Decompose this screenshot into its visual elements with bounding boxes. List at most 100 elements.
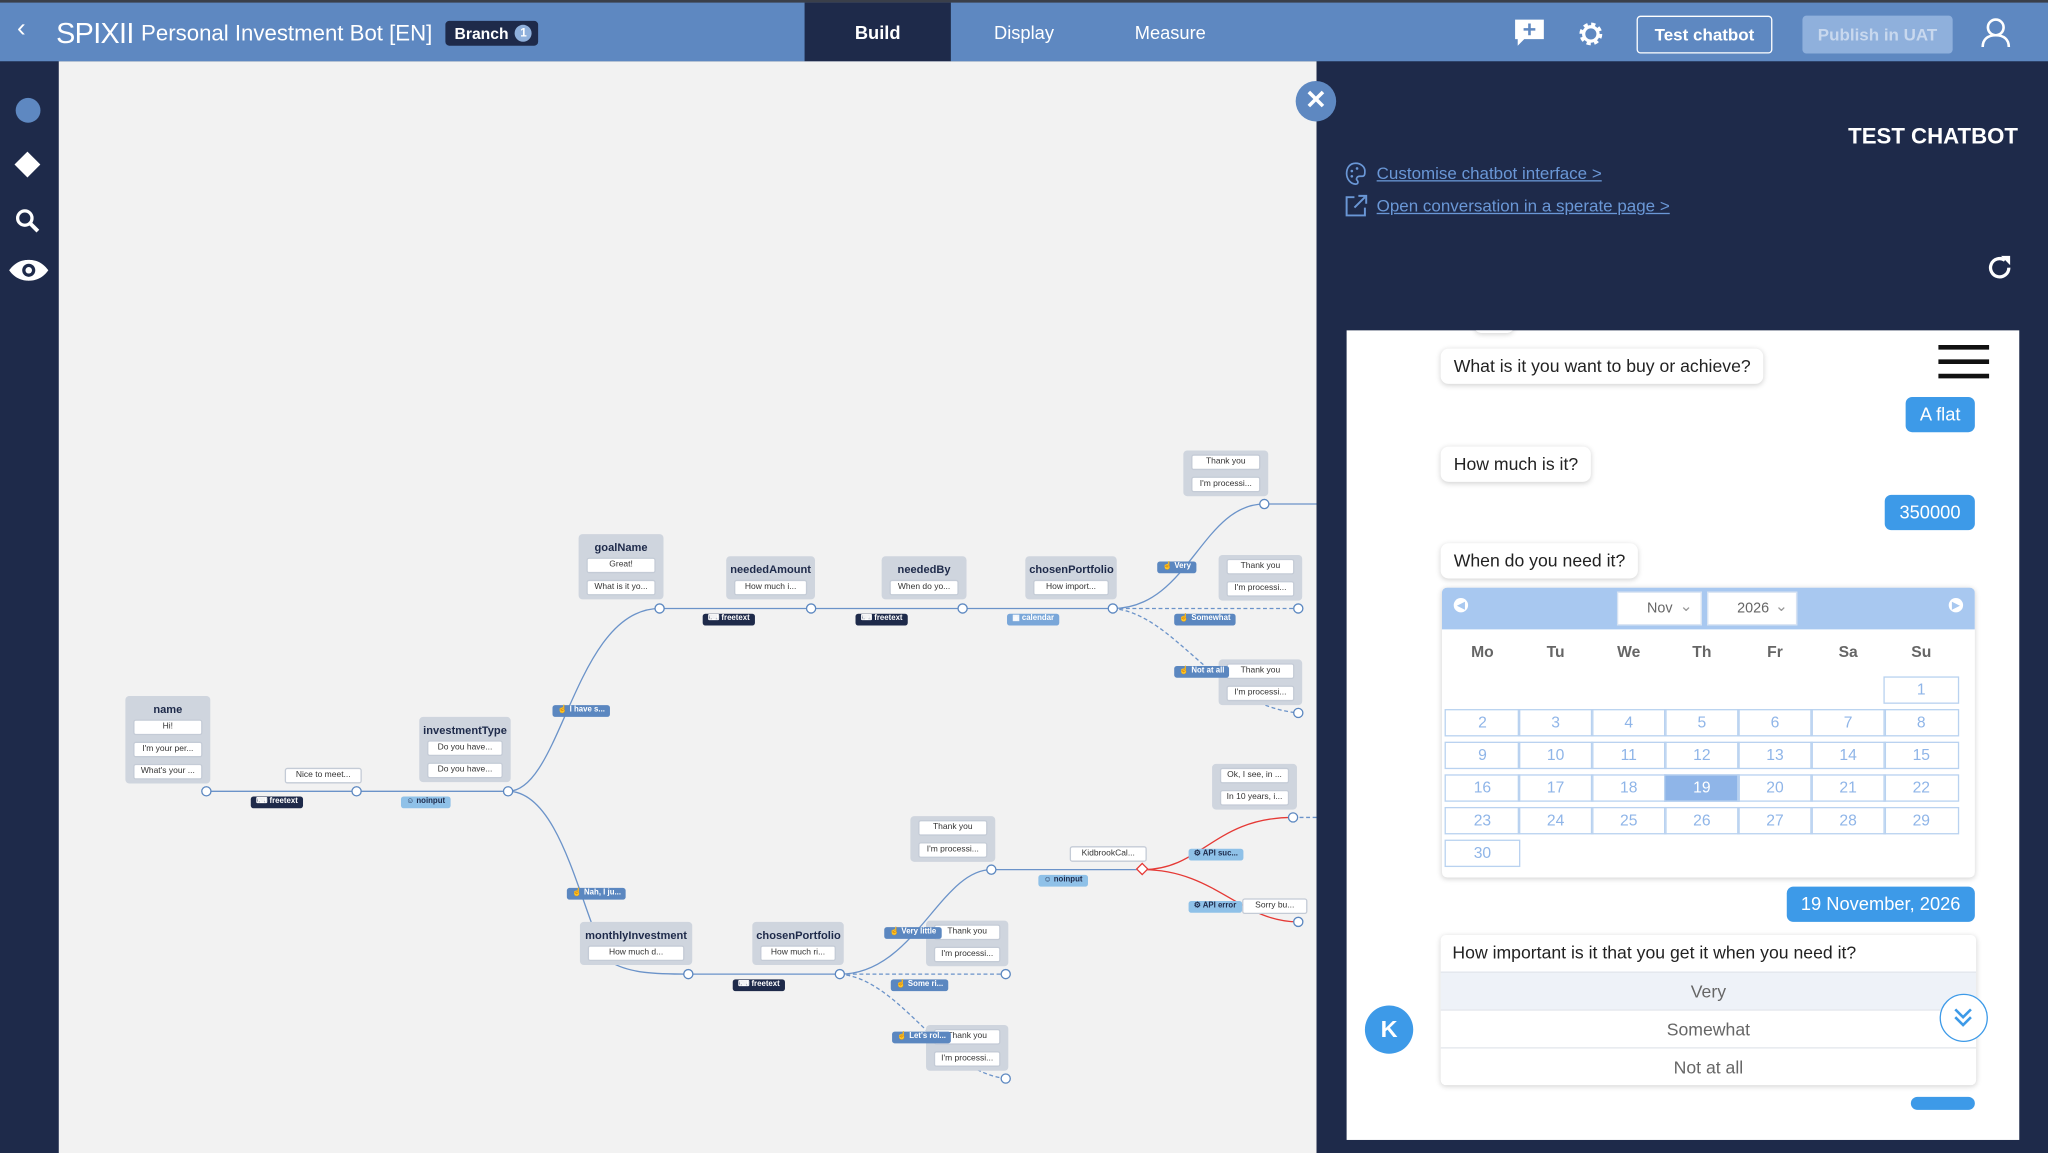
connection-port[interactable]: [683, 968, 694, 980]
connection-port[interactable]: [1293, 916, 1304, 928]
customise-interface-link[interactable]: Customise chatbot interface >: [1377, 163, 1602, 183]
node-needed-by[interactable]: neededBy When do yo...: [881, 556, 967, 600]
calendar-day[interactable]: 20: [1737, 774, 1813, 802]
node-thank-you[interactable]: Thank you I'm processi...: [1218, 659, 1303, 706]
tab-measure[interactable]: Measure: [1097, 3, 1243, 62]
calendar-day[interactable]: 17: [1517, 774, 1594, 802]
node-monthly-investment[interactable]: monthlyInvestment How much d...: [579, 921, 693, 965]
connection-port[interactable]: [201, 786, 212, 797]
node-nice-to-meet[interactable]: Nice to meet...: [284, 767, 362, 784]
search-icon[interactable]: [14, 208, 40, 234]
connection-port[interactable]: [351, 786, 362, 797]
connection-port[interactable]: [957, 603, 968, 614]
prev-month-icon[interactable]: ◀: [1453, 598, 1469, 613]
node-kidbrook-call[interactable]: KidbrookCal...: [1069, 846, 1147, 862]
publish-uat-button[interactable]: Publish in UAT: [1802, 15, 1953, 54]
calendar-day[interactable]: 10: [1517, 741, 1594, 770]
calendar-day[interactable]: 5: [1663, 709, 1740, 737]
node-message[interactable]: How much ri...: [760, 945, 836, 962]
connection-port[interactable]: [986, 864, 997, 875]
calendar-day[interactable]: 26: [1663, 806, 1740, 835]
node-investment-type[interactable]: investmentType Do you have... Do you have.…: [419, 716, 511, 783]
hamburger-menu-icon[interactable]: [1938, 345, 1990, 379]
calendar-day[interactable]: 14: [1810, 741, 1887, 770]
calendar-day[interactable]: 7: [1810, 709, 1887, 737]
node-message[interactable]: How much i...: [734, 579, 808, 596]
node-message[interactable]: KidbrookCal...: [1069, 846, 1147, 862]
calendar-day[interactable]: 22: [1883, 774, 1960, 802]
connection-port[interactable]: [1000, 968, 1011, 980]
calendar-day[interactable]: 9: [1444, 741, 1521, 770]
date-picker[interactable]: ◀ ▶ Nov ⌄ 2026 ⌄ Mo Tu We Th Fr Sa Su 1 2 3 4 5 6 7 8 9 10…: [1441, 587, 1975, 878]
calendar-day[interactable]: 21: [1810, 774, 1887, 802]
node-message[interactable]: In 10 years, i...: [1219, 789, 1290, 806]
refresh-icon[interactable]: [1985, 253, 2014, 282]
connection-port[interactable]: [1107, 603, 1119, 614]
edge-label[interactable]: ⌨ freetext: [732, 978, 785, 991]
connection-port[interactable]: [654, 603, 665, 614]
node-message[interactable]: Thank you: [1191, 454, 1261, 471]
circle-icon[interactable]: [15, 97, 41, 123]
add-comment-icon[interactable]: [1514, 18, 1545, 47]
diamond-icon[interactable]: [14, 151, 41, 178]
edge-label[interactable]: ☝ Nah, I ju...: [566, 887, 627, 900]
calendar-day[interactable]: 13: [1737, 741, 1813, 770]
node-message[interactable]: Do you have...: [427, 762, 503, 779]
gear-icon[interactable]: [1576, 20, 1605, 49]
edge-label[interactable]: ⌨ freetext: [250, 795, 304, 808]
node-message[interactable]: I'm processi...: [1226, 685, 1295, 702]
close-panel-button[interactable]: ✕: [1295, 80, 1337, 122]
node-goal-name[interactable]: goalName Great! What is it yo...: [578, 534, 664, 600]
node-message[interactable]: I'm processi...: [918, 842, 988, 858]
node-message[interactable]: Hi!: [133, 719, 203, 736]
node-message[interactable]: Do you have...: [427, 740, 503, 757]
connection-port[interactable]: [1000, 1073, 1011, 1084]
edge-label[interactable]: ☺ noinput: [1038, 874, 1088, 886]
calendar-day[interactable]: 6: [1737, 709, 1813, 737]
edge-label[interactable]: ☝ Some ri...: [890, 978, 949, 991]
calendar-day[interactable]: 12: [1663, 741, 1740, 770]
node-message[interactable]: Ok, I see, in ...: [1219, 767, 1290, 784]
node-message[interactable]: I'm processi...: [1191, 476, 1261, 493]
edge-label[interactable]: ☝ I have s...: [552, 704, 611, 717]
eye-icon[interactable]: [8, 259, 50, 283]
node-message[interactable]: Thank you: [918, 820, 988, 836]
connection-port[interactable]: [1287, 812, 1299, 823]
connection-port[interactable]: [502, 786, 514, 797]
edge-label[interactable]: ☝ Very little: [884, 926, 942, 939]
year-select[interactable]: 2026 ⌄: [1707, 591, 1798, 626]
node-message[interactable]: What is it yo...: [586, 579, 656, 596]
branch-badge[interactable]: Branch 1: [445, 20, 539, 46]
edge-label[interactable]: ☝ Somewhat: [1174, 613, 1236, 625]
node-message[interactable]: Thank you: [1226, 663, 1295, 680]
calendar-day[interactable]: 2: [1444, 709, 1521, 737]
calendar-day[interactable]: 1: [1883, 676, 1960, 704]
edge-label[interactable]: ⌨ freetext: [855, 613, 908, 625]
option-very[interactable]: Very: [1440, 971, 1977, 1010]
connection-port[interactable]: [834, 968, 846, 980]
month-select[interactable]: Nov ⌄: [1616, 591, 1702, 626]
edge-label[interactable]: ⌨ freetext: [702, 613, 755, 625]
calendar-day[interactable]: 23: [1444, 806, 1521, 835]
calendar-day[interactable]: 8: [1883, 709, 1960, 737]
edge-label[interactable]: ⚙ API suc...: [1188, 848, 1244, 860]
node-message[interactable]: Thank you: [933, 924, 1001, 941]
node-thank-you[interactable]: Thank you I'm processi...: [910, 816, 996, 862]
connection-port[interactable]: [1293, 603, 1304, 614]
calendar-day[interactable]: 19: [1663, 774, 1740, 802]
node-needed-amount[interactable]: neededAmount How much i...: [726, 556, 816, 600]
node-sorry[interactable]: Sorry bu...: [1242, 898, 1308, 915]
connection-port[interactable]: [1259, 498, 1270, 510]
user-account-icon[interactable]: [1980, 17, 2011, 48]
node-ok-i-see[interactable]: Ok, I see, in ... In 10 years, i...: [1212, 763, 1297, 810]
node-name[interactable]: name Hi! I'm your per... What's your ...: [125, 695, 211, 784]
edge-label[interactable]: ☝ Not at all: [1174, 665, 1230, 678]
node-message[interactable]: I'm processi...: [933, 1051, 1001, 1067]
node-message[interactable]: I'm processi...: [933, 946, 1001, 963]
calendar-day[interactable]: 3: [1517, 709, 1594, 737]
calendar-day[interactable]: 28: [1810, 806, 1887, 835]
node-message[interactable]: Sorry bu...: [1242, 898, 1308, 915]
node-message[interactable]: What's your ...: [133, 763, 203, 780]
node-message[interactable]: Thank you: [1226, 558, 1295, 575]
edge-label[interactable]: ▦ calendar: [1007, 613, 1060, 625]
